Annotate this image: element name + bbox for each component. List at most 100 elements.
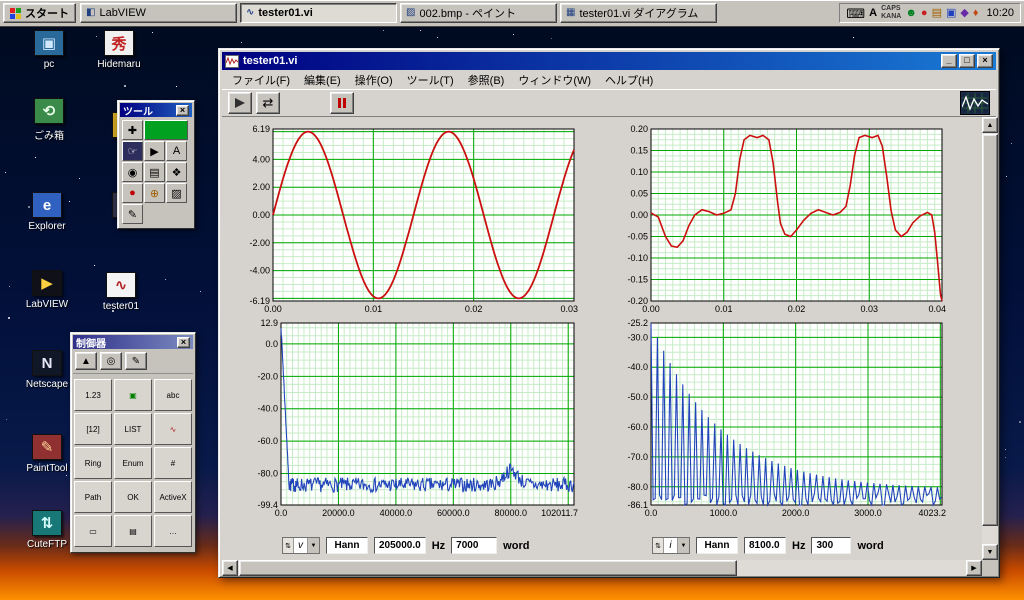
numeric-controls[interactable]: 1.23 bbox=[74, 379, 112, 411]
menu-item[interactable]: 操作(O) bbox=[348, 70, 400, 90]
decorations-controls[interactable]: ▭ bbox=[74, 515, 112, 547]
desktop-icon-tester01[interactable]: ∿ tester01 bbox=[90, 272, 152, 312]
maximize-button[interactable]: □ bbox=[959, 54, 975, 68]
auto-tool-led[interactable] bbox=[144, 120, 188, 140]
dialog-controls[interactable]: OK bbox=[114, 481, 152, 513]
volume-icon[interactable]: ♦ bbox=[973, 7, 979, 19]
pause-button[interactable] bbox=[330, 92, 354, 114]
auto-tool-button[interactable]: ✚ bbox=[122, 120, 143, 140]
scheduler-icon[interactable]: ▤ bbox=[932, 7, 942, 19]
window-function-ring-left[interactable]: Hann bbox=[326, 537, 368, 554]
frequency-value-left[interactable]: 205000.0 bbox=[374, 537, 426, 554]
desktop-icon-explorer[interactable]: e Explorer bbox=[16, 192, 78, 232]
position-tool[interactable]: ▶ bbox=[144, 141, 165, 161]
scroll-left-button[interactable]: ◀ bbox=[222, 560, 238, 576]
scroll-up-button[interactable]: ▲ bbox=[982, 117, 998, 133]
desktop-icon-labview[interactable]: ▶ LabVIEW bbox=[16, 270, 78, 310]
start-button[interactable]: スタート bbox=[3, 3, 76, 23]
increment-decrement-icon[interactable]: ⇅ bbox=[283, 538, 293, 553]
scroll-right-button[interactable]: ▶ bbox=[966, 560, 982, 576]
menu-item[interactable]: ファイル(F) bbox=[225, 70, 297, 90]
svg-text:0.01: 0.01 bbox=[715, 304, 733, 314]
antivirus-icon[interactable]: ● bbox=[921, 7, 928, 19]
refnum-controls[interactable]: # bbox=[154, 447, 192, 479]
window-function-ring-right[interactable]: Hann bbox=[696, 537, 738, 554]
keyboard-icon[interactable]: ⌨ bbox=[846, 7, 865, 20]
classic-controls[interactable]: ▤ bbox=[114, 515, 152, 547]
scroll-down-button[interactable]: ▼ bbox=[982, 544, 998, 560]
options-button[interactable]: ✎ bbox=[125, 352, 147, 370]
svg-text:0.15: 0.15 bbox=[630, 146, 648, 156]
up-level-button[interactable]: ▲ bbox=[75, 352, 97, 370]
vertical-scroll-thumb[interactable] bbox=[982, 134, 998, 526]
vertical-scrollbar[interactable]: ▲ ▼ bbox=[982, 117, 998, 560]
edit-text-tool[interactable]: A bbox=[166, 141, 187, 161]
taskbar: スタート ◧ LabVIEW ∿ tester01.vi ▨ 002.bmp - ペイント… bbox=[0, 0, 1024, 26]
increment-decrement-icon[interactable]: ⇅ bbox=[653, 538, 663, 553]
horizontal-scroll-thumb[interactable] bbox=[239, 560, 737, 576]
caps-kana-indicator[interactable]: CAPS KANA bbox=[881, 5, 901, 21]
minimize-button[interactable]: _ bbox=[941, 54, 957, 68]
select-controls[interactable]: … bbox=[154, 515, 192, 547]
task-label: tester01.vi bbox=[258, 7, 313, 19]
sample-count-right[interactable]: 300 bbox=[811, 537, 852, 554]
close-button[interactable]: × bbox=[977, 54, 993, 68]
close-icon[interactable]: × bbox=[176, 104, 189, 116]
desktop-icon-painttool[interactable]: ✎ PaintTool bbox=[16, 434, 78, 474]
array-cluster-controls[interactable]: [12] bbox=[74, 413, 112, 445]
scroll-tool[interactable]: ❖ bbox=[166, 162, 187, 182]
menu-item[interactable]: ツール(T) bbox=[400, 70, 461, 90]
usb-device-icon[interactable]: ◆ bbox=[960, 7, 968, 19]
menu-item[interactable]: 編集(E) bbox=[297, 70, 348, 90]
display-settings-icon[interactable]: ▣ bbox=[946, 7, 956, 19]
enum-controls[interactable]: Enum bbox=[114, 447, 152, 479]
wire-tool[interactable]: ◉ bbox=[122, 162, 143, 182]
breakpoint-tool[interactable]: ● bbox=[122, 183, 143, 203]
boolean-controls[interactable]: ▣ bbox=[114, 379, 152, 411]
desktop-icon-hidemaru[interactable]: 秀 Hidemaru bbox=[88, 30, 150, 70]
desktop-icon-recycle-bin[interactable]: ⟲ ごみ箱 bbox=[18, 98, 80, 142]
horizontal-scrollbar[interactable]: ◀ ▶ bbox=[222, 560, 982, 576]
color-tool[interactable]: ✎ bbox=[122, 204, 143, 224]
svg-text:4.00: 4.00 bbox=[252, 154, 270, 164]
activex-controls[interactable]: ActiveX bbox=[154, 481, 192, 513]
search-button[interactable]: ◎ bbox=[100, 352, 122, 370]
graph-controls[interactable]: ∿ bbox=[154, 413, 192, 445]
string-path-controls[interactable]: abc bbox=[154, 379, 192, 411]
channel-selector-left[interactable]: ⇅ v ▼ bbox=[282, 537, 320, 554]
ime-pen-icon[interactable]: A bbox=[869, 7, 877, 19]
taskbar-task-button[interactable]: ▦ tester01.vi ダイアグラム bbox=[560, 3, 717, 23]
channel-value: i bbox=[663, 538, 678, 553]
run-button[interactable] bbox=[228, 92, 252, 114]
menu-item[interactable]: ヘルプ(H) bbox=[598, 70, 660, 90]
probe-tool[interactable]: ⊕ bbox=[144, 183, 165, 203]
users-icon[interactable]: ☻ bbox=[905, 7, 917, 19]
taskbar-task-button[interactable]: ∿ tester01.vi bbox=[240, 3, 397, 23]
desktop-icon-netscape[interactable]: N Netscape bbox=[16, 350, 78, 390]
color-copy-tool[interactable]: ▨ bbox=[166, 183, 187, 203]
frequency-value-right[interactable]: 8100.0 bbox=[744, 537, 786, 554]
window-titlebar[interactable]: tester01.vi _ □ × bbox=[222, 52, 996, 70]
dropdown-arrow-icon[interactable]: ▼ bbox=[678, 538, 689, 553]
list-table-controls[interactable]: LIST bbox=[114, 413, 152, 445]
controls-grid: 1.23 ▣ abc [12] LIST ∿ Ring Enum # Path OK ActiveX ▭… bbox=[73, 376, 193, 550]
taskbar-task-button[interactable]: ◧ LabVIEW bbox=[80, 3, 237, 23]
tools-palette-titlebar[interactable]: ツール × bbox=[120, 103, 192, 118]
ring-controls[interactable]: Ring bbox=[74, 447, 112, 479]
path-controls[interactable]: Path bbox=[74, 481, 112, 513]
taskbar-task-button[interactable]: ▨ 002.bmp - ペイント bbox=[400, 3, 557, 23]
desktop-icon-cuteftp[interactable]: ⇅ CuteFTP bbox=[16, 510, 78, 550]
svg-text:0.0: 0.0 bbox=[265, 339, 278, 349]
object-menu-tool[interactable]: ▤ bbox=[144, 162, 165, 182]
dropdown-arrow-icon[interactable]: ▼ bbox=[308, 538, 319, 553]
menu-item[interactable]: 参照(B) bbox=[461, 70, 512, 90]
operate-value-tool[interactable]: ☞ bbox=[122, 141, 143, 161]
svg-text:-0.10: -0.10 bbox=[627, 253, 648, 263]
run-continuous-button[interactable]: ⇄ bbox=[256, 92, 280, 114]
sample-count-left[interactable]: 7000 bbox=[451, 537, 498, 554]
menu-item[interactable]: ウィンドウ(W) bbox=[511, 70, 598, 90]
close-icon[interactable]: × bbox=[177, 336, 190, 348]
desktop-icon-pc[interactable]: ▣ pc bbox=[18, 30, 80, 70]
channel-selector-right[interactable]: ⇅ i ▼ bbox=[652, 537, 690, 554]
controls-palette-titlebar[interactable]: 制御器 × bbox=[73, 335, 193, 350]
